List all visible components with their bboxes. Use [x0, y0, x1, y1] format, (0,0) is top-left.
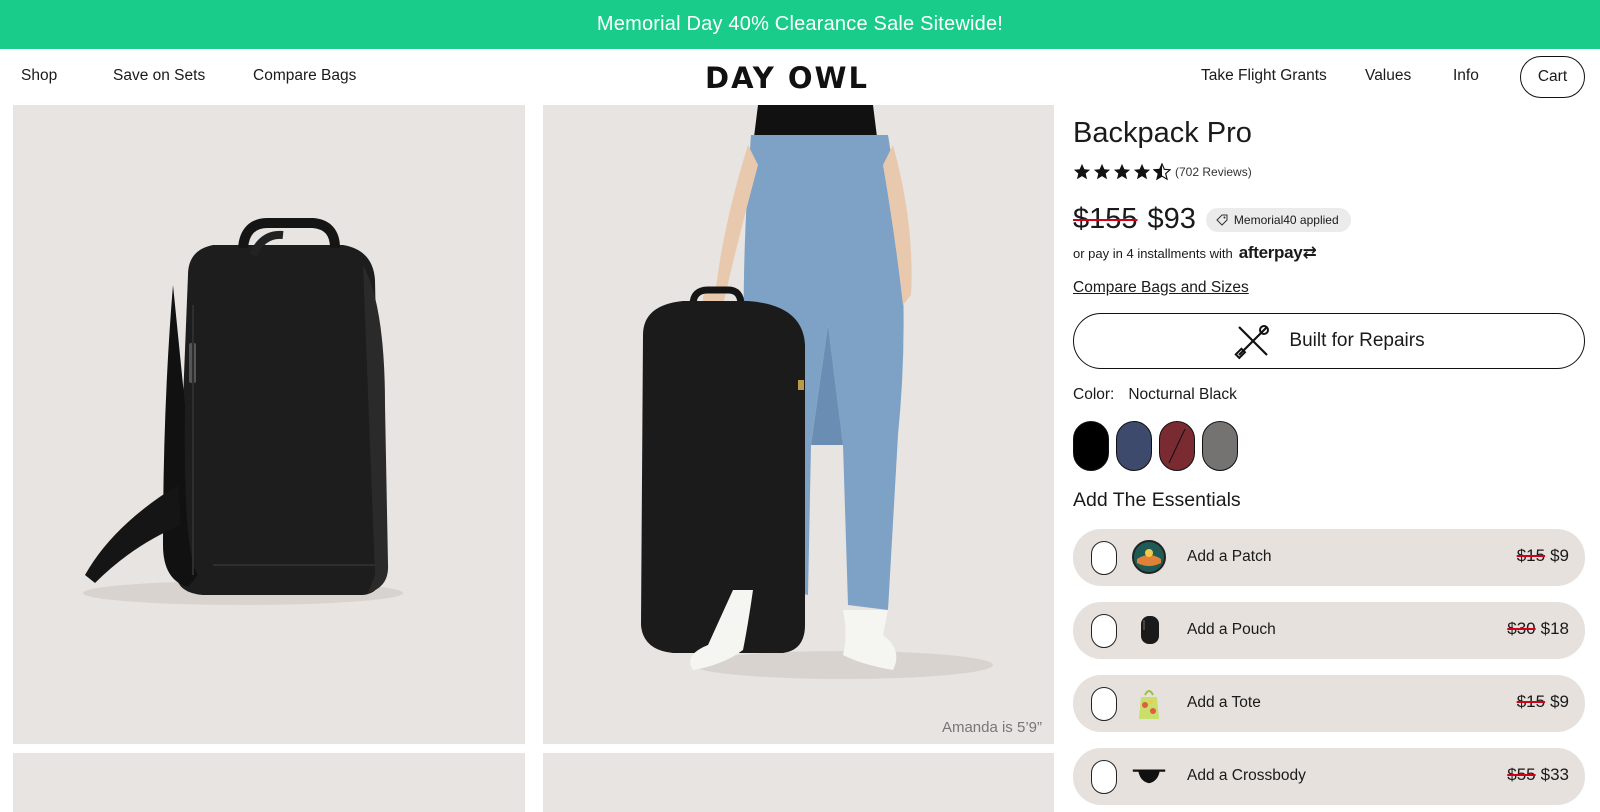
- repairs-label: Built for Repairs: [1289, 330, 1425, 351]
- swatch-gray[interactable]: [1202, 421, 1238, 471]
- addon-checkbox[interactable]: [1091, 614, 1117, 648]
- nav-info[interactable]: Info: [1453, 67, 1479, 85]
- addon-original-price: $15: [1516, 546, 1546, 565]
- product-photo-main[interactable]: [13, 105, 525, 744]
- compare-bags-link[interactable]: Compare Bags and Sizes: [1073, 279, 1249, 297]
- addon-patch[interactable]: Add a Patch $15 $9: [1073, 529, 1585, 586]
- color-value: Nocturnal Black: [1128, 386, 1237, 403]
- addon-crossbody[interactable]: Add a Crossbody $55 $33: [1073, 748, 1585, 805]
- addon-label: Add a Tote: [1187, 694, 1261, 711]
- price-row: $155 $93 Memorial40 applied: [1073, 203, 1351, 236]
- patch-image: [1131, 539, 1167, 575]
- afterpay-text: or pay in 4 installments with: [1073, 245, 1233, 261]
- color-label: Color:: [1073, 386, 1115, 403]
- nav-take-flight-grants[interactable]: Take Flight Grants: [1201, 67, 1327, 85]
- review-count[interactable]: (702 Reviews): [1175, 165, 1252, 179]
- nav-compare-bags[interactable]: Compare Bags: [253, 67, 356, 85]
- model-image: [641, 105, 993, 679]
- product-photo-model[interactable]: Amanda is 5’9”: [543, 105, 1054, 744]
- addon-label: Add a Pouch: [1187, 621, 1276, 638]
- nav-save-on-sets[interactable]: Save on Sets: [113, 67, 205, 85]
- sold-out-slash-icon: [1168, 428, 1186, 464]
- star-icon: [1133, 163, 1151, 180]
- promo-banner[interactable]: Memorial Day 40% Clearance Sale Sitewide…: [0, 0, 1600, 49]
- crossbody-image: [1131, 758, 1167, 794]
- addon-sale-price: $18: [1540, 619, 1569, 638]
- backpack-image: [83, 218, 403, 605]
- addon-prices: $55 $33: [1507, 765, 1569, 785]
- addon-original-price: $30: [1507, 619, 1536, 638]
- cart-button[interactable]: Cart: [1520, 56, 1585, 98]
- promo-code-text: Memorial40 applied: [1233, 212, 1339, 227]
- swatch-navy[interactable]: [1116, 421, 1152, 471]
- addon-checkbox[interactable]: [1091, 760, 1117, 794]
- addon-original-price: $55: [1507, 765, 1536, 784]
- product-photo-4[interactable]: [543, 753, 1054, 812]
- product-title: Backpack Pro: [1073, 117, 1252, 149]
- addon-checkbox[interactable]: [1091, 541, 1117, 575]
- afterpay-logo[interactable]: afterpay⇄: [1239, 243, 1317, 263]
- addon-label: Add a Patch: [1187, 548, 1272, 565]
- addon-prices: $30 $18: [1507, 619, 1569, 639]
- rating[interactable]: (702 Reviews): [1073, 163, 1252, 181]
- color-selector-label: Color: Nocturnal Black: [1073, 386, 1237, 404]
- built-for-repairs-button[interactable]: Built for Repairs: [1073, 313, 1585, 369]
- sale-price: $93: [1147, 203, 1196, 235]
- essentials-heading: Add The Essentials: [1073, 489, 1241, 511]
- addon-checkbox[interactable]: [1091, 687, 1117, 721]
- top-nav: Shop Save on Sets Compare Bags DAY OWL T…: [0, 49, 1600, 105]
- swatch-maroon[interactable]: [1159, 421, 1195, 471]
- tag-icon: [1216, 214, 1228, 226]
- addon-prices: $15 $9: [1517, 692, 1569, 712]
- addon-sale-price: $9: [1550, 546, 1569, 565]
- addon-tote[interactable]: Add a Tote $15 $9: [1073, 675, 1585, 732]
- nav-shop[interactable]: Shop: [21, 67, 57, 85]
- tools-icon: [1234, 325, 1270, 360]
- color-swatches: [1073, 421, 1238, 471]
- tote-image: [1131, 685, 1167, 721]
- swatch-black[interactable]: [1073, 421, 1109, 471]
- star-icon: [1073, 163, 1091, 180]
- star-icon: [1113, 163, 1131, 180]
- addon-pouch[interactable]: Add a Pouch $30 $18: [1073, 602, 1585, 659]
- model-height-caption: Amanda is 5’9”: [941, 719, 1042, 736]
- addon-sale-price: $9: [1550, 692, 1569, 711]
- addon-sale-price: $33: [1540, 765, 1569, 784]
- logo[interactable]: DAY OWL: [705, 61, 869, 95]
- nav-values[interactable]: Values: [1365, 67, 1411, 85]
- star-icon: [1093, 163, 1111, 180]
- afterpay-message: or pay in 4 installments with afterpay⇄: [1073, 243, 1317, 263]
- promo-banner-text: Memorial Day 40% Clearance Sale Sitewide…: [596, 13, 1004, 35]
- addon-prices: $15 $9: [1517, 546, 1569, 566]
- afterpay-arrows-icon: ⇄: [1302, 243, 1317, 262]
- pouch-image: [1131, 612, 1167, 648]
- addon-label: Add a Crossbody: [1187, 767, 1306, 784]
- product-photo-3[interactable]: [13, 753, 525, 812]
- half-star-icon: [1153, 163, 1171, 181]
- promo-code-badge: Memorial40 applied: [1205, 207, 1351, 232]
- addon-original-price: $15: [1516, 692, 1546, 711]
- original-price: $155: [1073, 203, 1138, 235]
